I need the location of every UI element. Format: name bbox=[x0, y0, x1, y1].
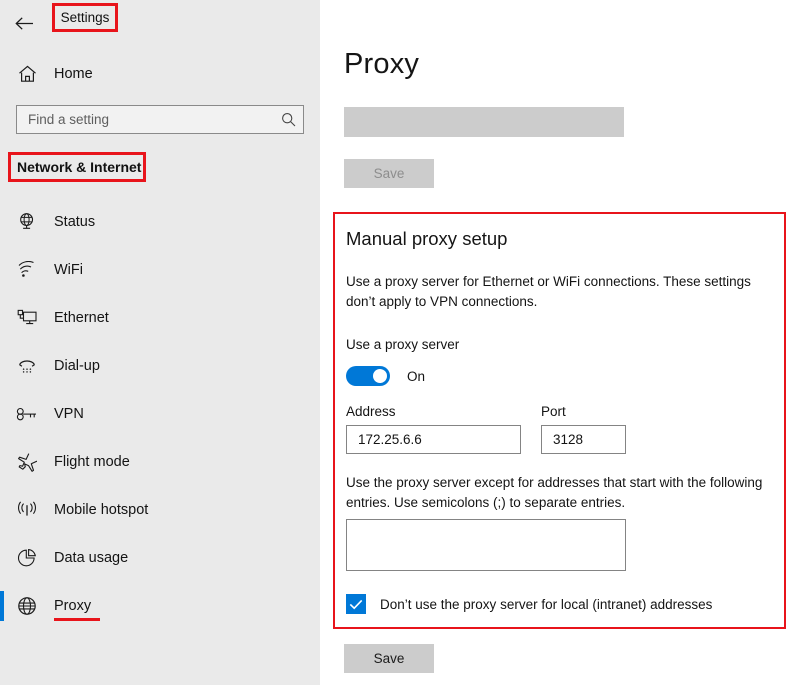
use-proxy-server-toggle[interactable] bbox=[346, 366, 390, 386]
sidebar-item-flight-mode[interactable]: Flight mode bbox=[0, 438, 320, 486]
local-bypass-checkbox[interactable] bbox=[346, 594, 366, 614]
sidebar-item-label: Ethernet bbox=[54, 310, 109, 326]
manual-proxy-setup-panel: Manual proxy setup Use a proxy server fo… bbox=[333, 212, 786, 629]
sidebar-item-label: Flight mode bbox=[54, 454, 130, 470]
back-arrow-icon[interactable] bbox=[8, 8, 40, 38]
sidebar-item-label: Dial-up bbox=[54, 358, 100, 374]
local-bypass-label: Don’t use the proxy server for local (in… bbox=[380, 596, 713, 612]
pie-chart-icon bbox=[0, 548, 54, 568]
selection-accent-bar bbox=[0, 591, 4, 621]
sidebar-item-dialup[interactable]: Dial-up bbox=[0, 342, 320, 390]
sidebar: Settings Home Find a setting Network & I… bbox=[0, 0, 320, 685]
sidebar-item-label: WiFi bbox=[54, 262, 83, 278]
exceptions-description: Use the proxy server except for addresse… bbox=[346, 475, 763, 510]
manual-proxy-heading: Manual proxy setup bbox=[346, 228, 508, 249]
ethernet-icon bbox=[0, 309, 54, 327]
sidebar-item-label: Mobile hotspot bbox=[54, 502, 149, 518]
sidebar-item-ethernet[interactable]: Ethernet bbox=[0, 294, 320, 342]
toggle-state-label: On bbox=[407, 368, 426, 384]
sidebar-item-home[interactable]: Home bbox=[0, 58, 320, 90]
page-title: Proxy bbox=[344, 48, 420, 80]
sidebar-item-proxy[interactable]: Proxy bbox=[0, 582, 320, 630]
use-proxy-server-toggle-row[interactable]: On bbox=[346, 366, 425, 386]
port-label: Port bbox=[541, 404, 566, 419]
local-bypass-row[interactable]: Don’t use the proxy server for local (in… bbox=[346, 594, 712, 614]
settings-window: Settings Home Find a setting Network & I… bbox=[0, 0, 803, 685]
search-icon[interactable] bbox=[273, 112, 303, 127]
sidebar-item-label: VPN bbox=[54, 406, 84, 422]
use-proxy-server-label: Use a proxy server bbox=[346, 337, 460, 352]
sidebar-item-label: Status bbox=[54, 214, 96, 230]
status-globe-icon bbox=[0, 212, 54, 232]
sidebar-item-wifi[interactable]: WiFi bbox=[0, 246, 320, 294]
dialup-phone-icon bbox=[0, 357, 54, 375]
sidebar-item-status[interactable]: Status bbox=[0, 198, 320, 246]
home-icon bbox=[0, 65, 54, 83]
sidebar-item-vpn[interactable]: VPN bbox=[0, 390, 320, 438]
globe-icon bbox=[0, 596, 54, 616]
vpn-key-icon bbox=[0, 406, 54, 422]
search-input-placeholder: Find a setting bbox=[28, 112, 110, 127]
address-label: Address bbox=[346, 404, 396, 419]
manual-proxy-description: Use a proxy server for Ethernet or WiFi … bbox=[346, 274, 751, 309]
annotation-underline bbox=[54, 618, 101, 621]
address-input[interactable]: 172.25.6.6 bbox=[346, 425, 521, 454]
airplane-icon bbox=[0, 452, 54, 472]
sidebar-category-heading: Network & Internet bbox=[8, 152, 146, 182]
hotspot-icon bbox=[0, 501, 54, 519]
bottom-save-button[interactable]: Save bbox=[344, 644, 434, 673]
sidebar-item-label-home: Home bbox=[54, 66, 93, 82]
title-bar: Settings bbox=[0, 0, 320, 46]
script-address-field-disabled bbox=[344, 107, 624, 137]
sidebar-item-mobile-hotspot[interactable]: Mobile hotspot bbox=[0, 486, 320, 534]
sidebar-nav-list: Status WiFi Ethernet Dial-up VPN Flight … bbox=[0, 198, 320, 630]
sidebar-item-label: Proxy bbox=[54, 598, 101, 621]
exceptions-input[interactable] bbox=[346, 519, 626, 571]
top-save-button[interactable]: Save bbox=[344, 159, 434, 188]
sidebar-item-data-usage[interactable]: Data usage bbox=[0, 534, 320, 582]
port-input[interactable]: 3128 bbox=[541, 425, 626, 454]
window-title: Settings bbox=[52, 3, 118, 32]
sidebar-item-label: Data usage bbox=[54, 550, 129, 566]
wifi-icon bbox=[0, 261, 54, 279]
search-input[interactable]: Find a setting bbox=[16, 105, 304, 134]
main-content: Proxy Save Manual proxy setup Use a prox… bbox=[320, 0, 803, 685]
toggle-knob bbox=[373, 369, 387, 383]
